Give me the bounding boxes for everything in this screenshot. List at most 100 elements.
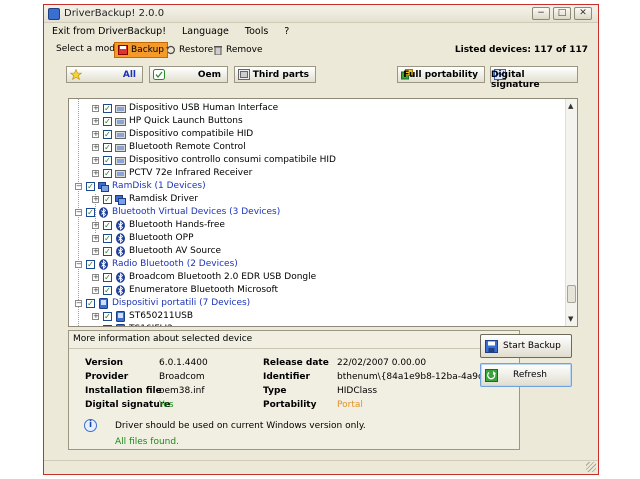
- tree-category[interactable]: − ✓ Radio Bluetooth (2 Devices): [69, 258, 559, 271]
- device-checkbox[interactable]: ✓: [103, 234, 112, 243]
- expand-icon[interactable]: +: [92, 157, 99, 164]
- scroll-thumb[interactable]: [567, 285, 576, 303]
- start-backup-button[interactable]: Start Backup: [480, 334, 572, 358]
- device-checkbox[interactable]: ✓: [103, 247, 112, 256]
- usb-device-icon: [115, 170, 126, 178]
- expand-icon[interactable]: +: [92, 118, 99, 125]
- expand-icon[interactable]: +: [92, 196, 99, 203]
- status-bar: [44, 460, 598, 474]
- device-checkbox[interactable]: ✓: [103, 156, 112, 165]
- expand-icon[interactable]: +: [92, 313, 99, 320]
- usb-device-icon: [115, 157, 126, 165]
- device-checkbox[interactable]: ✓: [103, 130, 112, 139]
- main-window: DriverBackup! 2.0.0 − □ ✕ Exit from Driv…: [43, 4, 599, 475]
- device-checkbox[interactable]: ✓: [103, 325, 112, 326]
- refresh-button[interactable]: Refresh: [480, 363, 572, 387]
- mode-backup-button[interactable]: Backup: [114, 42, 168, 58]
- expand-icon[interactable]: +: [92, 222, 99, 229]
- info-icon: i: [84, 419, 97, 432]
- device-checkbox[interactable]: ✓: [86, 260, 95, 269]
- tree-item-label: TS16JFLI2: [129, 324, 173, 326]
- scroll-up-arrow-icon[interactable]: ▲: [568, 102, 573, 110]
- expand-icon[interactable]: +: [92, 287, 99, 294]
- expand-icon[interactable]: +: [92, 144, 99, 151]
- device-checkbox[interactable]: ✓: [86, 299, 95, 308]
- tree-item-label: Dispositivi portatili (7 Devices): [112, 298, 251, 308]
- device-tree[interactable]: +✓TS16JFLI2+✓ST650211USB−✓Dispositivi po…: [68, 98, 578, 327]
- tree-item[interactable]: + ✓ Dispositivo compatibile HID: [69, 128, 559, 141]
- resize-grip-icon[interactable]: [586, 462, 596, 472]
- scroll-down-arrow-icon[interactable]: ▼: [568, 315, 573, 323]
- tree-item-label: Radio Bluetooth (2 Devices): [112, 259, 238, 269]
- tree-item[interactable]: + ✓ Broadcom Bluetooth 2.0 EDR USB Dongle: [69, 271, 559, 284]
- maximize-button[interactable]: □: [553, 7, 571, 20]
- tree-scrollbar[interactable]: ▲ ▼: [565, 99, 577, 326]
- device-checkbox[interactable]: ✓: [103, 312, 112, 321]
- tree-item[interactable]: + ✓ Bluetooth Hands-free: [69, 219, 559, 232]
- menu-tools[interactable]: Tools: [237, 24, 276, 40]
- expand-icon[interactable]: +: [92, 248, 99, 255]
- expand-icon[interactable]: +: [92, 170, 99, 177]
- tree-item-label: ST650211USB: [129, 311, 194, 321]
- provider-value: Broadcom: [159, 372, 205, 382]
- tree-item-label: Bluetooth Virtual Devices (3 Devices): [112, 207, 281, 217]
- expand-icon[interactable]: +: [92, 131, 99, 138]
- portability-label: Portability: [263, 400, 317, 410]
- tree-category[interactable]: − ✓ Dispositivi portatili (7 Devices): [69, 297, 559, 310]
- mode-remove-button[interactable]: Remove: [210, 42, 266, 58]
- tree-item-label: Bluetooth Remote Control: [129, 142, 246, 152]
- device-checkbox[interactable]: ✓: [103, 286, 112, 295]
- tree-item[interactable]: + ✓ PCTV 72e Infrared Receiver: [69, 167, 559, 180]
- menu-help[interactable]: ?: [276, 24, 297, 40]
- title-bar[interactable]: DriverBackup! 2.0.0 − □ ✕: [44, 5, 598, 23]
- tree-item[interactable]: + ✓ Bluetooth Remote Control: [69, 141, 559, 154]
- device-checkbox[interactable]: ✓: [103, 104, 112, 113]
- filter-all-button[interactable]: All: [66, 66, 143, 83]
- device-checkbox[interactable]: ✓: [103, 273, 112, 282]
- oem-icon: [153, 69, 165, 80]
- tree-item-label: Bluetooth Hands-free: [129, 220, 225, 230]
- tree-item[interactable]: + ✓ Dispositivo controllo consumi compatib…: [69, 154, 559, 167]
- expand-icon[interactable]: +: [92, 105, 99, 112]
- device-checkbox[interactable]: ✓: [103, 117, 112, 126]
- filter-full-portability-button[interactable]: Full portability: [397, 66, 485, 83]
- mode-bar: Select a mode Backup Restore Remove List…: [44, 41, 598, 59]
- expand-icon[interactable]: +: [92, 274, 99, 281]
- tree-item[interactable]: + ✓ Enumeratore Bluetooth Microsoft: [69, 284, 559, 297]
- tree-item[interactable]: + ✓ Bluetooth OPP: [69, 232, 559, 245]
- filter-digital-signature-button[interactable]: Digital signature: [490, 66, 578, 90]
- device-checkbox[interactable]: ✓: [103, 169, 112, 178]
- expand-icon[interactable]: +: [92, 235, 99, 242]
- tree-category[interactable]: − ✓ RamDisk (1 Devices): [69, 180, 559, 193]
- menu-exit[interactable]: Exit from DriverBackup!: [44, 24, 174, 40]
- minimize-button[interactable]: −: [532, 7, 550, 20]
- filter-oem-button[interactable]: Oem: [149, 66, 228, 83]
- device-checkbox[interactable]: ✓: [86, 182, 95, 191]
- device-checkbox[interactable]: ✓: [103, 195, 112, 204]
- collapse-icon[interactable]: −: [75, 183, 82, 190]
- tree-category[interactable]: − ✓ Bluetooth Virtual Devices (3 Devices): [69, 206, 559, 219]
- mode-restore-button[interactable]: Restore: [163, 42, 216, 58]
- portable-device-icon: [116, 311, 125, 322]
- filter-third-parts-button[interactable]: Third parts: [234, 66, 316, 83]
- bluetooth-icon: [116, 285, 125, 296]
- collapse-icon[interactable]: −: [75, 300, 82, 307]
- start-backup-label: Start Backup: [503, 341, 561, 351]
- menu-language[interactable]: Language: [174, 24, 237, 40]
- device-checkbox[interactable]: ✓: [86, 208, 95, 217]
- collapse-icon[interactable]: −: [75, 209, 82, 216]
- tree-item[interactable]: + ✓ Dispositivo USB Human Interface: [69, 102, 559, 115]
- expand-icon[interactable]: +: [93, 326, 99, 327]
- tree-item[interactable]: + ✓ TS16JFLI2: [69, 323, 559, 327]
- tree-item[interactable]: + ✓ Bluetooth AV Source: [69, 245, 559, 258]
- tree-item[interactable]: + ✓ ST650211USB: [69, 310, 559, 323]
- collapse-icon[interactable]: −: [75, 261, 82, 268]
- close-button[interactable]: ✕: [574, 7, 592, 20]
- device-checkbox[interactable]: ✓: [103, 221, 112, 230]
- tree-item[interactable]: + ✓ Ramdisk Driver: [69, 193, 559, 206]
- third-parts-icon: [238, 69, 250, 80]
- installation-file-label: Installation file: [85, 386, 162, 396]
- portability-value: Portal: [337, 400, 363, 410]
- device-checkbox[interactable]: ✓: [103, 143, 112, 152]
- tree-item[interactable]: + ✓ HP Quick Launch Buttons: [69, 115, 559, 128]
